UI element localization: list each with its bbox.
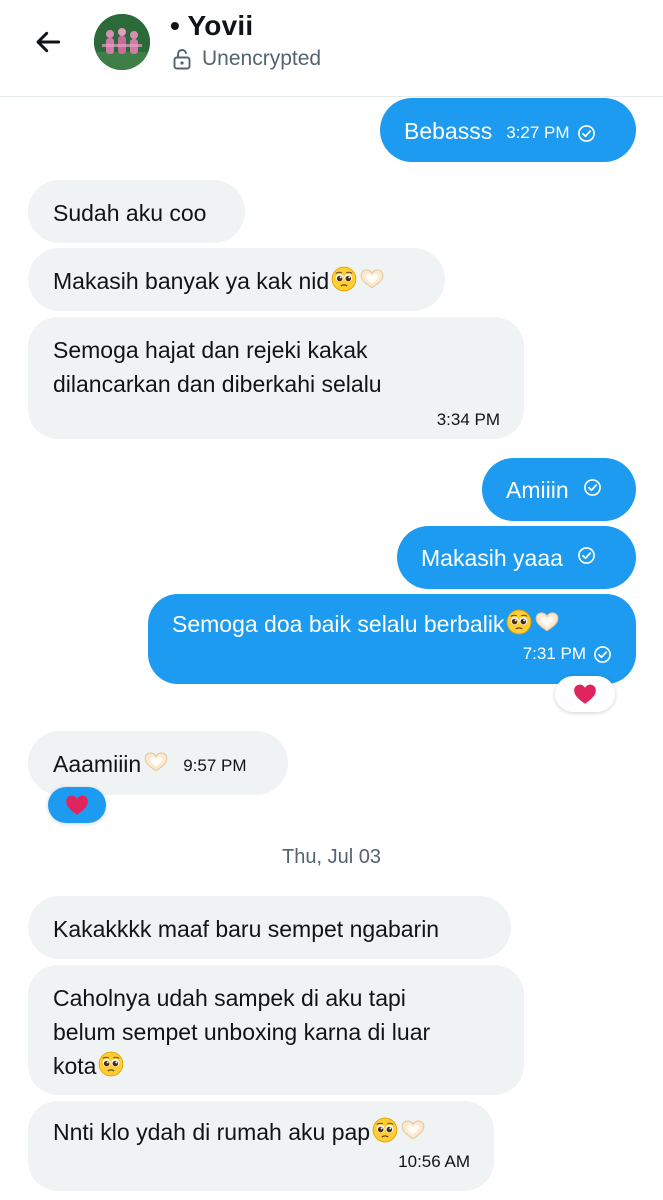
pleading-face-emoji bbox=[331, 266, 357, 292]
unlocked-padlock-icon bbox=[173, 49, 191, 70]
reaction-badge[interactable] bbox=[555, 676, 615, 712]
message-meta: 7:31 PM bbox=[523, 637, 612, 671]
arrow-left-icon bbox=[36, 31, 61, 53]
message-time: 10:56 AM bbox=[398, 1152, 470, 1171]
message-text-line: Semoga hajat dan rejeki kakak bbox=[53, 337, 368, 363]
heart-hands-emoji bbox=[143, 749, 169, 775]
message-bubble-incoming[interactable]: Aaamiiin 9:57 PM bbox=[28, 731, 288, 795]
avatar-image bbox=[94, 14, 150, 70]
message-meta-row: 3:34 PM bbox=[53, 403, 500, 437]
message-meta-row: 10:56 AM bbox=[53, 1145, 470, 1179]
reaction-badge[interactable] bbox=[48, 787, 106, 823]
encryption-status: Unencrypted bbox=[172, 47, 321, 71]
chat-header: • Yovii Unencrypted bbox=[0, 0, 663, 97]
message-bubble-outgoing[interactable]: Semoga doa baik selalu berbalik 7:31 PM bbox=[148, 594, 636, 684]
message-text-line: belum sempet unboxing karna di luar bbox=[53, 1019, 431, 1045]
message-text-line: Caholnya udah sampek di aku tapi bbox=[53, 985, 406, 1011]
pleading-face-emoji bbox=[98, 1051, 124, 1077]
message-bubble-incoming[interactable]: Nnti klo ydah di rumah aku pap 10:56 AM bbox=[28, 1101, 494, 1191]
message-text: Makasih banyak ya kak nid bbox=[53, 268, 330, 294]
message-text-line: dilancarkan dan diberkahi selalu bbox=[53, 371, 382, 397]
message-meta bbox=[583, 478, 602, 497]
contact-name[interactable]: • Yovii bbox=[170, 10, 253, 42]
message-bubble-outgoing[interactable]: Bebasss 3:27 PM bbox=[380, 98, 636, 162]
avatar[interactable] bbox=[94, 14, 150, 70]
message-bubble-incoming[interactable]: Makasih banyak ya kak nid bbox=[28, 248, 445, 311]
message-text: Aaamiiin bbox=[53, 751, 142, 777]
message-text: Makasih yaaa bbox=[421, 545, 563, 571]
message-text: Bebasss bbox=[404, 118, 493, 144]
message-text: Nnti klo ydah di rumah aku pap bbox=[53, 1119, 371, 1145]
check-circle-icon bbox=[593, 645, 612, 664]
message-time: 3:27 PM bbox=[506, 123, 570, 142]
message-meta-row: 7:31 PM bbox=[172, 637, 612, 671]
message-bubble-incoming[interactable]: Sudah aku coo bbox=[28, 180, 245, 243]
message-bubble-outgoing[interactable]: Amiiin bbox=[482, 458, 636, 521]
message-time: 3:34 PM bbox=[436, 410, 500, 429]
message-meta: 3:27 PM bbox=[506, 116, 595, 150]
check-circle-icon bbox=[583, 478, 602, 497]
message-bubble-incoming[interactable]: Caholnya udah sampek di aku tapi belum s… bbox=[28, 965, 524, 1095]
date-separator: Thu, Jul 03 bbox=[282, 846, 381, 868]
heart-hands-emoji bbox=[400, 1117, 426, 1143]
encryption-status-label: Unencrypted bbox=[202, 47, 322, 70]
message-text: Sudah aku coo bbox=[53, 200, 207, 226]
message-meta bbox=[577, 546, 596, 565]
message-bubble-incoming[interactable]: Semoga hajat dan rejeki kakak dilancarka… bbox=[28, 317, 524, 439]
pleading-face-emoji bbox=[372, 1117, 398, 1143]
red-heart-icon bbox=[572, 681, 598, 707]
message-time: 9:57 PM bbox=[183, 756, 247, 775]
check-circle-icon bbox=[577, 546, 596, 565]
heart-hands-emoji bbox=[534, 609, 560, 635]
message-text: Kakakkkk maaf baru sempet ngabarin bbox=[53, 916, 440, 942]
check-circle-icon bbox=[577, 124, 596, 143]
message-text-line: kota bbox=[53, 1053, 97, 1079]
message-bubble-outgoing[interactable]: Makasih yaaa bbox=[397, 526, 636, 589]
heart-hands-emoji bbox=[359, 266, 385, 292]
back-button[interactable] bbox=[26, 22, 70, 62]
pleading-face-emoji bbox=[506, 609, 532, 635]
message-bubble-incoming[interactable]: Kakakkkk maaf baru sempet ngabarin bbox=[28, 896, 511, 959]
message-time: 7:31 PM bbox=[522, 644, 586, 663]
message-text: Semoga doa baik selalu berbalik bbox=[172, 611, 505, 637]
red-heart-icon bbox=[64, 792, 90, 818]
message-text: Amiiin bbox=[506, 477, 569, 503]
